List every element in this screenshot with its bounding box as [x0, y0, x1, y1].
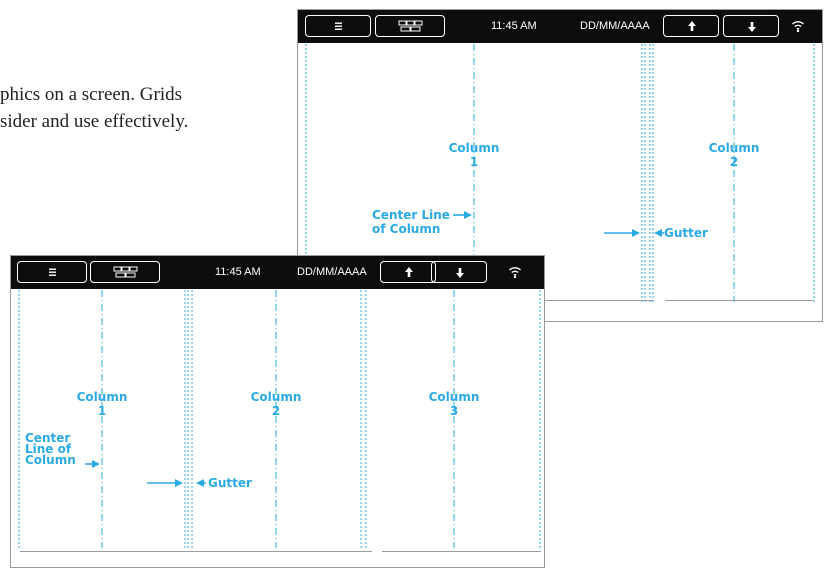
background-paragraph: phics on a screen. Grids sider and use e… [0, 84, 300, 144]
column-2-label: Column 2 [250, 390, 302, 418]
paragraph-line-1: phics on a screen. Grids [0, 84, 183, 105]
center-line-label: Center Line of Column [372, 208, 450, 236]
gutter-label: Gutter [664, 226, 708, 240]
paragraph-line-2: sider and use effectively. [0, 111, 189, 132]
column-2-label: Column 2 [708, 141, 760, 169]
center-line-label: Center Line of Column [25, 431, 76, 467]
screen-three-column: 11:45 AM DD/MM/AAAA Column 1 Column 2 Co… [10, 255, 545, 568]
footer-divider-1 [20, 551, 372, 552]
footer-divider-2 [665, 300, 813, 301]
gutter-label: Gutter [208, 476, 252, 490]
column-1-label: Column 1 [76, 390, 128, 418]
footer-divider-2 [382, 551, 541, 552]
column-3-label: Column 3 [428, 390, 480, 418]
column-1-label: Column 1 [448, 141, 500, 169]
